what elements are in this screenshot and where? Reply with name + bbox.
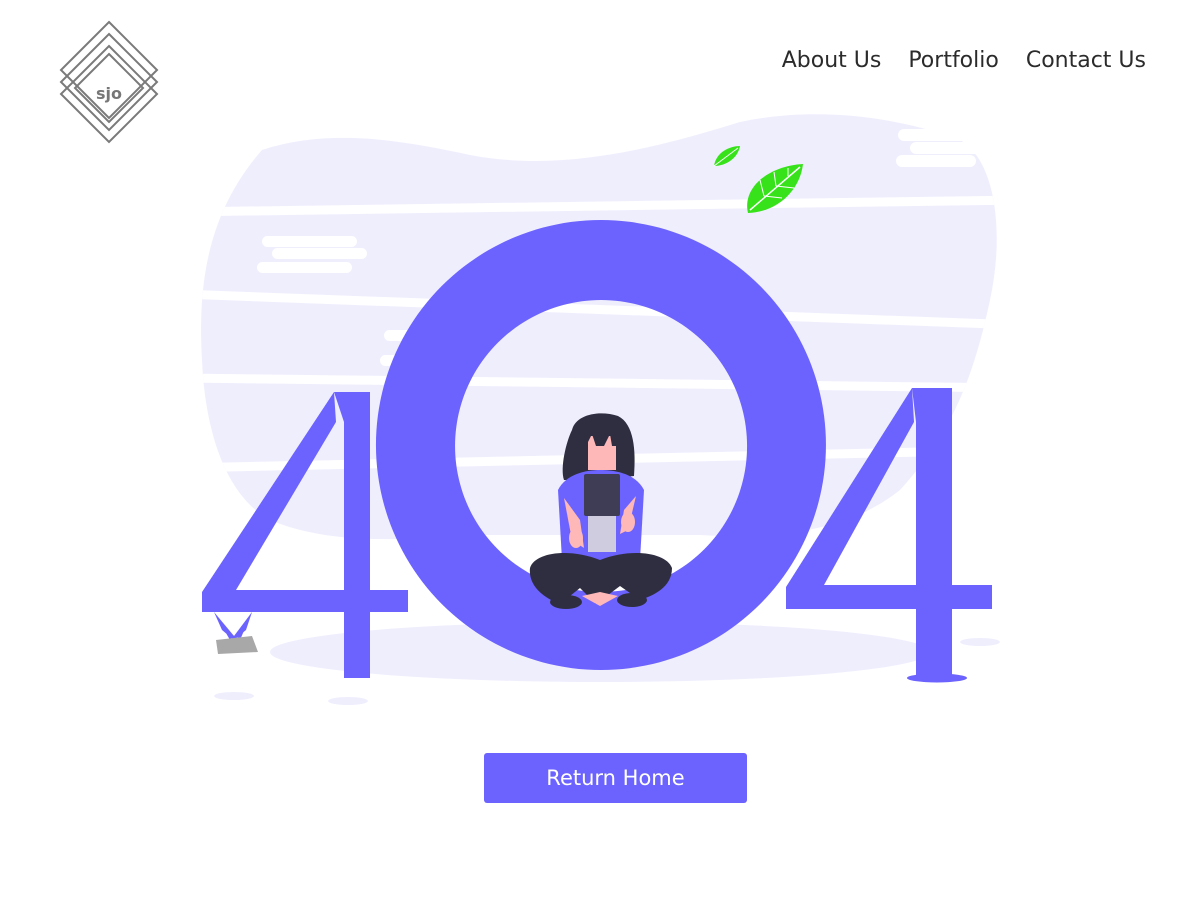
return-home-button[interactable]: Return Home: [484, 753, 747, 803]
page: sjo About Us Portfolio Contact Us Return…: [0, 0, 1200, 900]
ground-dot: [214, 692, 254, 700]
ground-dot: [328, 697, 368, 705]
ground-dot: [960, 638, 1000, 646]
puddle: [907, 673, 967, 683]
rock-plant-icon: [214, 612, 258, 654]
